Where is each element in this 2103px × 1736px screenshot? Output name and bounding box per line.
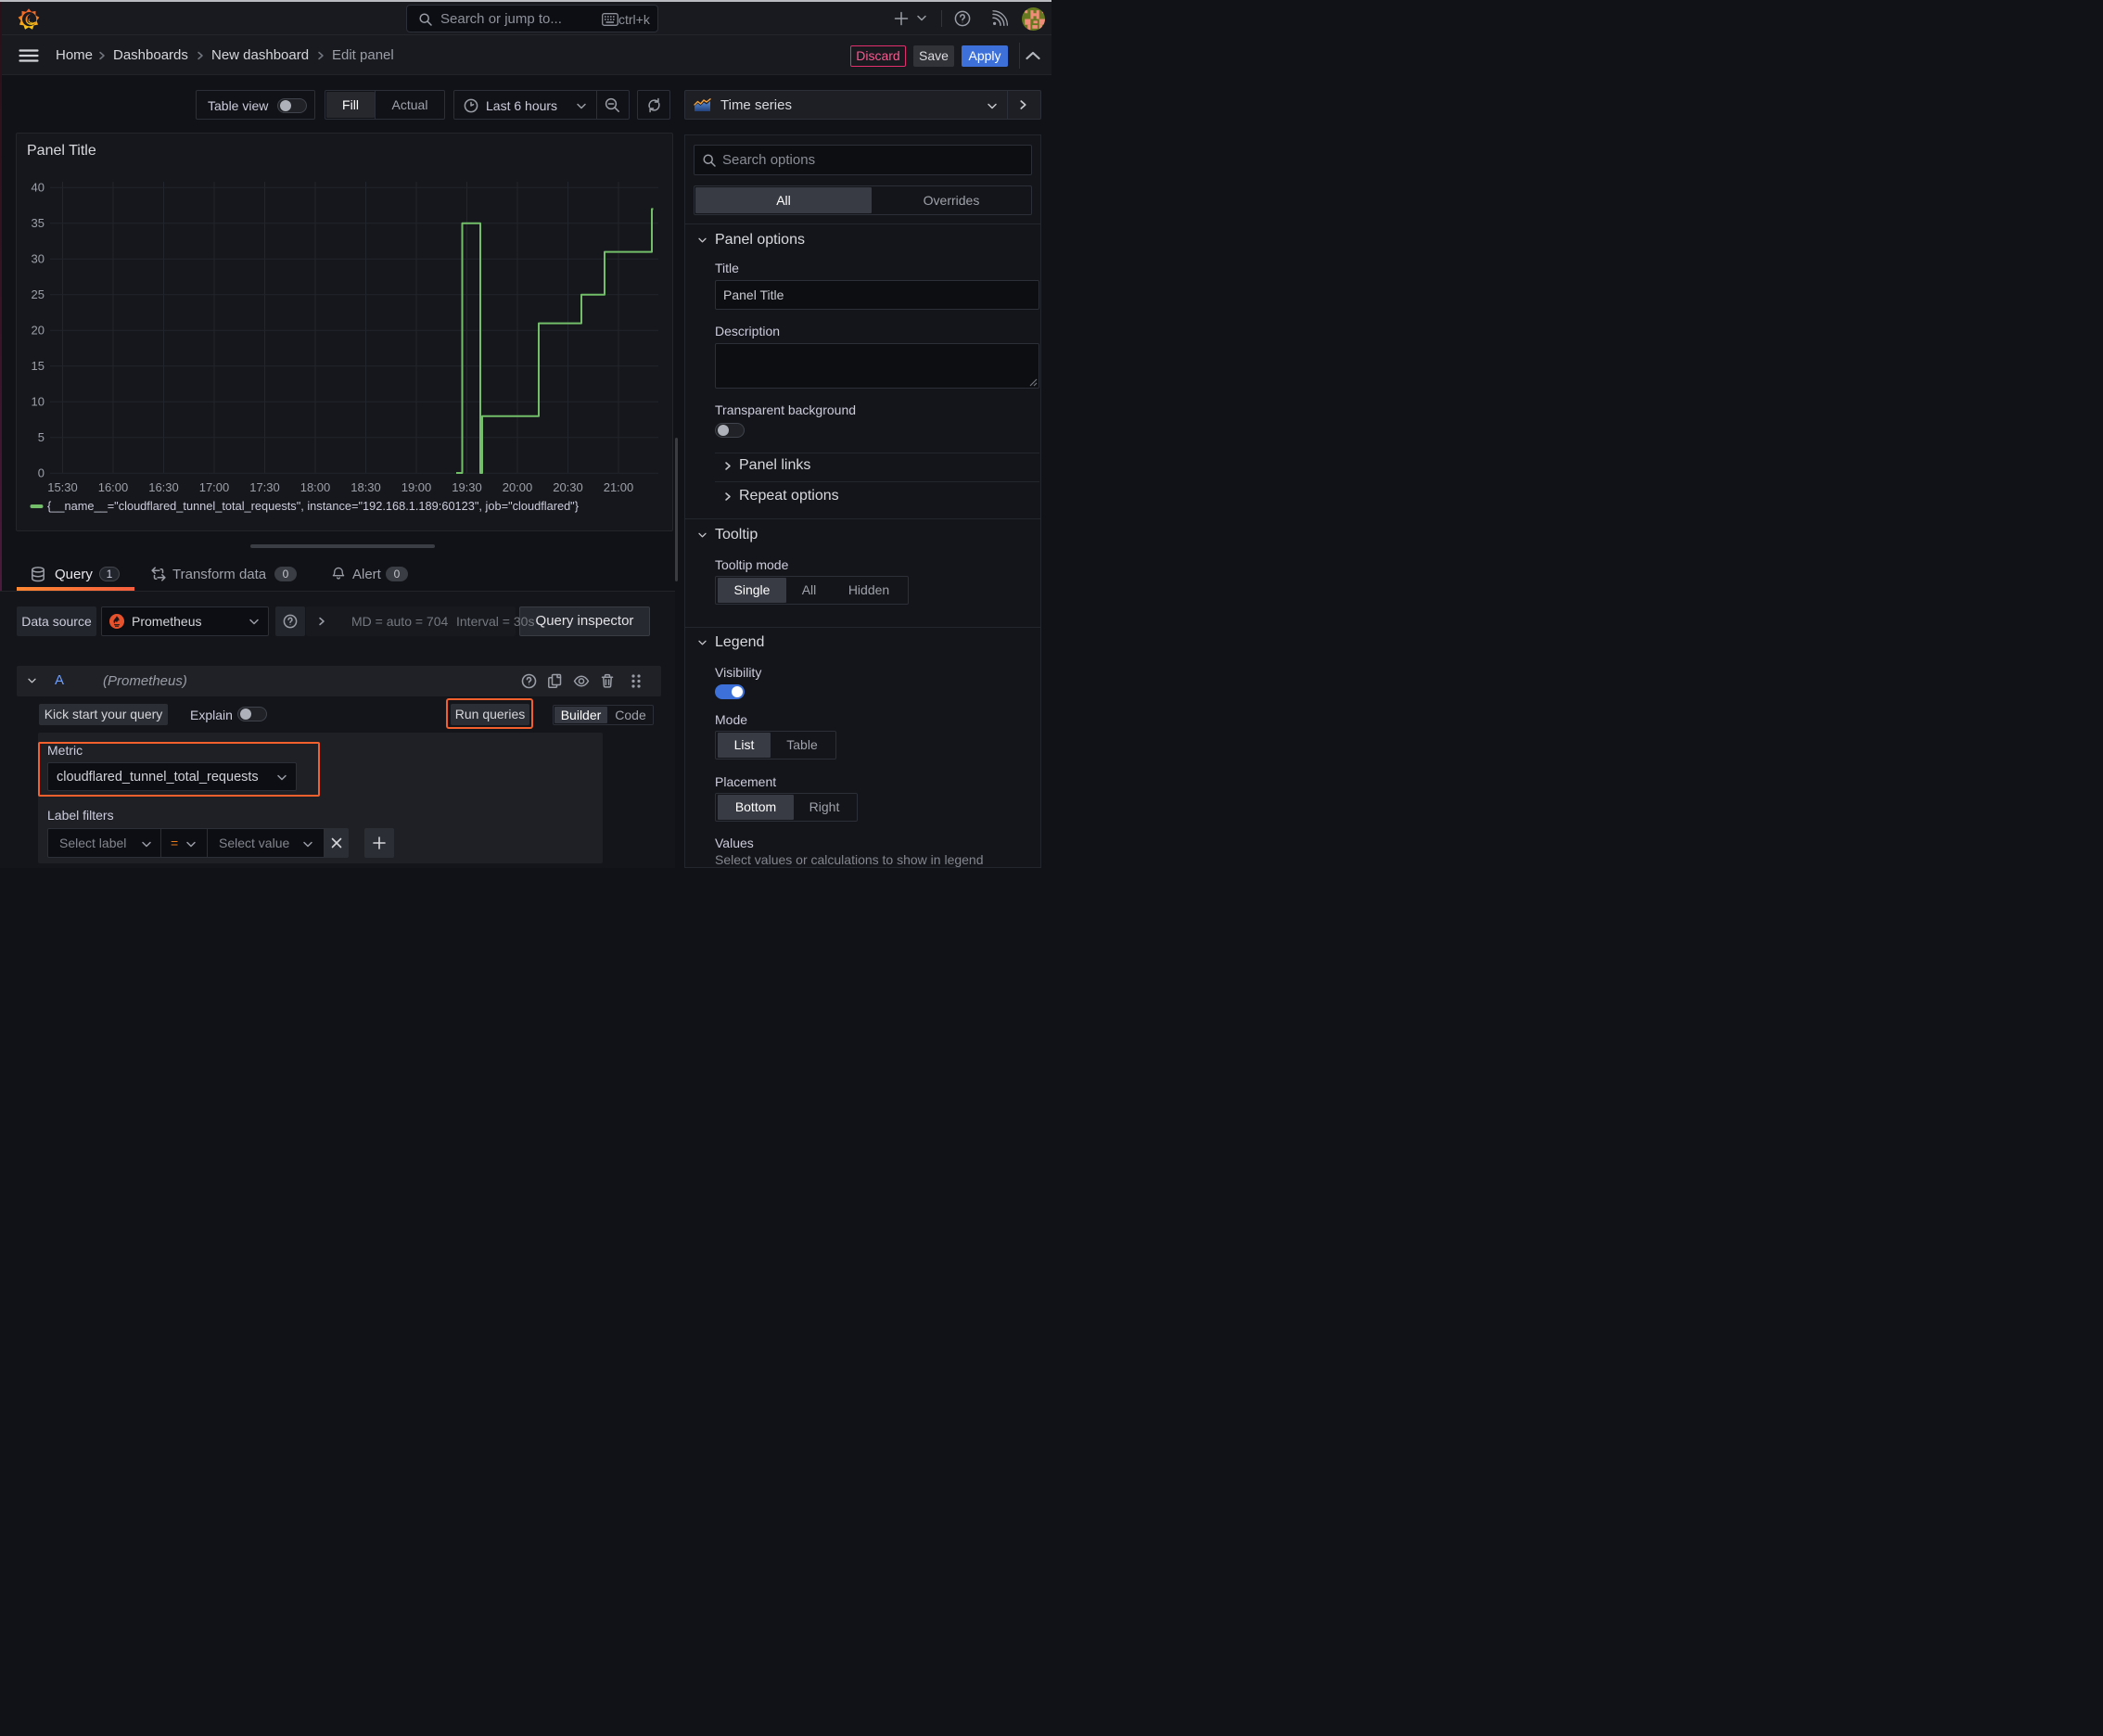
svg-text:25: 25 — [32, 287, 45, 301]
svg-text:20: 20 — [32, 323, 45, 337]
svg-text:{__name__="cloudflared_tunnel_: {__name__="cloudflared_tunnel_total_requ… — [47, 499, 580, 513]
svg-text:17:00: 17:00 — [199, 480, 230, 494]
svg-text:15:30: 15:30 — [47, 480, 78, 494]
svg-text:19:00: 19:00 — [401, 480, 432, 494]
svg-text:15: 15 — [32, 359, 45, 373]
svg-text:18:00: 18:00 — [300, 480, 331, 494]
svg-text:19:30: 19:30 — [452, 480, 482, 494]
svg-text:16:00: 16:00 — [98, 480, 129, 494]
svg-text:21:00: 21:00 — [604, 480, 634, 494]
svg-text:40: 40 — [32, 180, 45, 194]
svg-text:18:30: 18:30 — [350, 480, 381, 494]
svg-text:16:30: 16:30 — [148, 480, 179, 494]
svg-text:5: 5 — [38, 430, 45, 444]
svg-text:20:00: 20:00 — [503, 480, 533, 494]
svg-text:30: 30 — [32, 251, 45, 265]
svg-text:0: 0 — [38, 466, 45, 479]
svg-text:17:30: 17:30 — [249, 480, 280, 494]
svg-text:35: 35 — [32, 216, 45, 230]
svg-text:10: 10 — [32, 394, 45, 408]
svg-text:20:30: 20:30 — [553, 480, 583, 494]
